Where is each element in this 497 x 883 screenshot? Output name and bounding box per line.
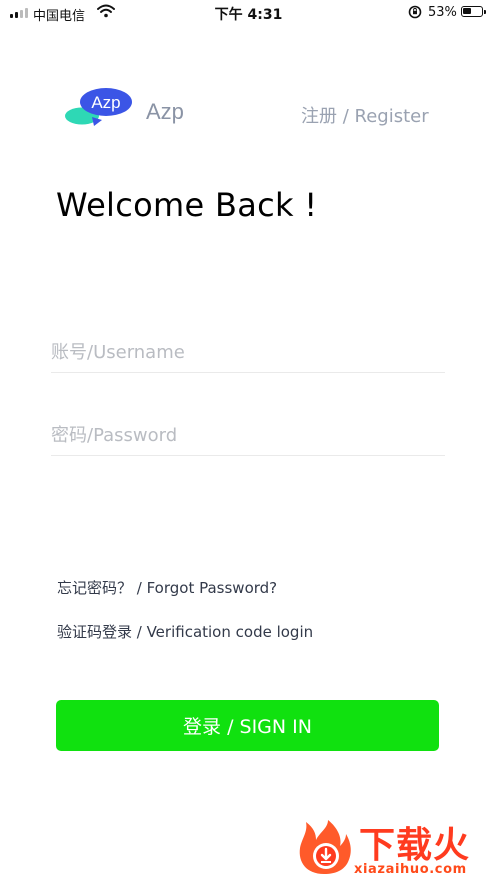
verification-code-login-link[interactable]: 验证码登录 / Verification code login bbox=[57, 621, 313, 642]
watermark-url: xiazaihuo.com bbox=[354, 862, 467, 877]
password-input[interactable] bbox=[51, 415, 445, 456]
status-bar: 中国电信 下午 4:31 53% bbox=[0, 0, 497, 26]
sign-in-button[interactable]: 登录 / SIGN IN bbox=[56, 700, 439, 751]
forgot-password-link[interactable]: 忘记密码？ / Forgot Password? bbox=[57, 577, 277, 598]
flame-logo-icon bbox=[299, 820, 351, 874]
rotation-lock-icon bbox=[408, 5, 422, 19]
app-logo: Azp bbox=[65, 88, 132, 126]
watermark-brand: 下载火 bbox=[359, 825, 471, 866]
app-name: Azp bbox=[146, 99, 184, 124]
status-time: 下午 4:31 bbox=[214, 7, 283, 23]
battery-level bbox=[463, 8, 471, 14]
svg-text:Azp: Azp bbox=[91, 93, 120, 112]
register-link[interactable]: 注册 / Register bbox=[301, 102, 429, 128]
username-input[interactable] bbox=[51, 332, 445, 373]
battery-percentage: 53% bbox=[428, 5, 457, 20]
page-title: Welcome Back ! bbox=[56, 186, 318, 224]
battery-icon bbox=[461, 6, 486, 17]
